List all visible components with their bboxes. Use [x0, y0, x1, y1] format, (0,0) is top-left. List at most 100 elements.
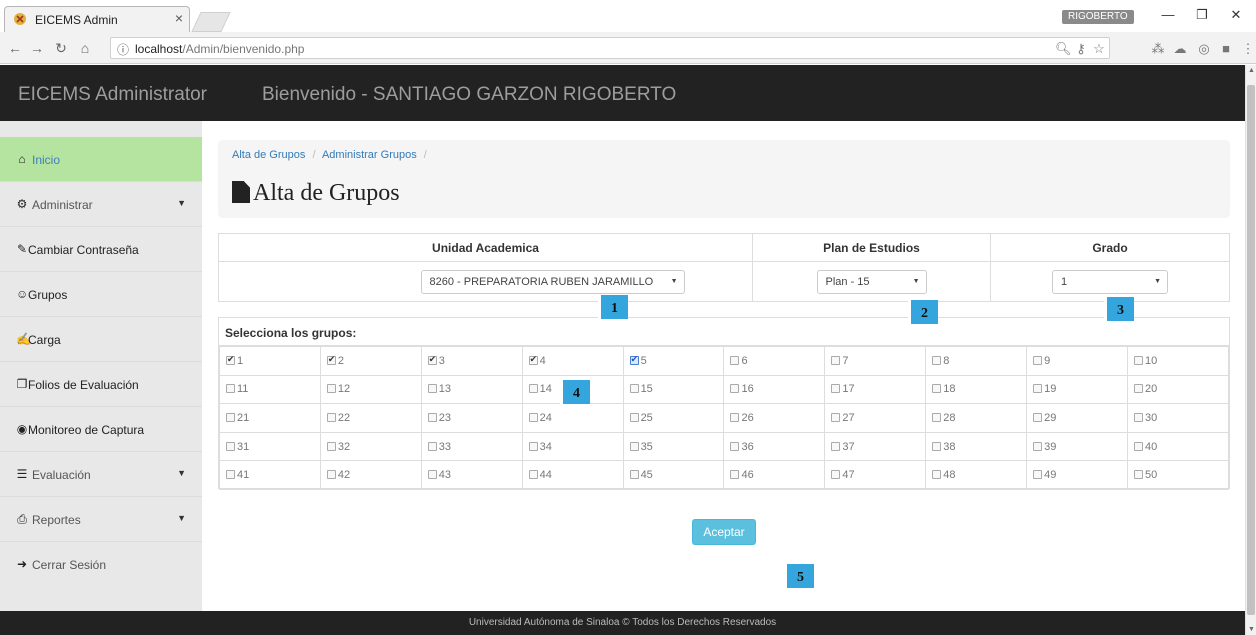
group-checkbox[interactable] [1134, 355, 1144, 365]
group-option[interactable]: 41 [219, 460, 321, 490]
group-checkbox[interactable] [730, 384, 740, 394]
aceptar-button[interactable]: Aceptar [692, 519, 756, 545]
sidebar-item-cerrar-sesion[interactable]: ➜ Cerrar Sesión [0, 542, 202, 587]
plan-select[interactable]: Plan - 15 ▼ [816, 269, 927, 294]
group-option[interactable]: 19 [1026, 374, 1129, 405]
grado-select[interactable]: 1 ▼ [1052, 269, 1168, 294]
url-input[interactable]: ⓘ localhost/Admin/bienvenido.php 🔍︎ ⚷ ☆ [110, 37, 1110, 59]
group-option[interactable]: 36 [723, 431, 826, 462]
group-option[interactable]: 20 [1127, 374, 1229, 405]
group-checkbox[interactable] [932, 441, 942, 451]
key-icon[interactable]: ⚷ [1073, 41, 1089, 57]
group-option[interactable]: 39 [1026, 431, 1129, 462]
group-option[interactable]: 17 [824, 374, 927, 405]
group-checkbox[interactable] [326, 441, 336, 451]
group-option[interactable]: 33 [420, 431, 523, 462]
sidebar-item-reportes[interactable]: ⎙ Reportes ▼ [0, 497, 202, 542]
group-checkbox[interactable] [226, 470, 235, 480]
group-option[interactable]: 34 [521, 431, 624, 462]
group-option[interactable]: 27 [824, 403, 927, 433]
sidebar-item-grupos[interactable]: ☺ Grupos [0, 272, 202, 317]
group-option[interactable]: 1 [219, 346, 321, 376]
sidebar-item-evaluacion[interactable]: ☰ Evaluación ▼ [0, 452, 202, 497]
group-checkbox[interactable] [427, 470, 437, 480]
browser-user-badge[interactable]: RIGOBERTO [1062, 10, 1134, 24]
group-checkbox[interactable] [1033, 355, 1043, 365]
group-option[interactable]: 22 [319, 403, 422, 433]
group-option[interactable]: 49 [1026, 460, 1129, 490]
group-checkbox[interactable] [226, 354, 235, 365]
browser-tab[interactable]: EICEMS Admin × [4, 6, 190, 32]
zoom-icon[interactable]: 🔍︎ [1055, 41, 1072, 57]
bookmark-star-icon[interactable]: ☆ [1091, 41, 1107, 57]
menu-icon[interactable]: ⋮ [1240, 41, 1256, 57]
group-checkbox[interactable] [831, 384, 841, 394]
sidebar-item-folios[interactable]: ❐ Folios de Evaluación [0, 362, 202, 407]
group-option[interactable]: 50 [1127, 460, 1229, 490]
new-tab-button[interactable] [191, 12, 231, 32]
restore-icon[interactable]: ❐ [1192, 7, 1212, 23]
group-checkbox[interactable] [831, 441, 841, 451]
group-option[interactable]: 38 [925, 431, 1028, 462]
group-checkbox[interactable] [629, 470, 639, 480]
group-checkbox[interactable] [629, 441, 639, 451]
group-checkbox[interactable] [629, 412, 639, 422]
scroll-down-icon[interactable]: ▼ [1248, 626, 1255, 633]
group-checkbox[interactable] [932, 412, 942, 422]
group-option[interactable]: 15 [622, 374, 725, 405]
group-checkbox[interactable] [1033, 470, 1043, 480]
group-option[interactable]: 30 [1127, 403, 1229, 433]
group-checkbox[interactable] [1134, 470, 1144, 480]
group-checkbox[interactable] [528, 412, 538, 422]
group-checkbox[interactable] [629, 384, 639, 394]
group-option[interactable]: 47 [824, 460, 927, 490]
group-checkbox[interactable] [427, 354, 437, 365]
forward-icon[interactable]: → [28, 40, 46, 56]
scrollbar-thumb[interactable] [1247, 85, 1255, 615]
group-checkbox[interactable] [1134, 412, 1144, 422]
sidebar-item-inicio[interactable]: ⌂ Inicio [0, 137, 202, 182]
group-checkbox[interactable] [226, 384, 235, 394]
group-checkbox[interactable] [326, 470, 336, 480]
sidebar-item-monitoreo[interactable]: ◉ Monitoreo de Captura [0, 407, 202, 452]
group-option[interactable]: 16 [723, 374, 826, 405]
group-checkbox[interactable] [528, 470, 538, 480]
group-checkbox[interactable] [629, 354, 639, 365]
group-checkbox[interactable] [831, 470, 841, 480]
group-option[interactable]: 32 [319, 431, 422, 462]
opera-icon[interactable]: ◎ [1196, 41, 1212, 57]
group-checkbox[interactable] [1033, 441, 1043, 451]
group-option[interactable]: 8 [925, 346, 1028, 376]
home-icon[interactable]: ⌂ [76, 40, 94, 56]
sidebar-item-administrar[interactable]: ⚙ Administrar ▼ [0, 182, 202, 227]
group-checkbox[interactable] [528, 384, 538, 394]
group-option[interactable]: 35 [622, 431, 725, 462]
app-brand[interactable]: EICEMS Administrator [18, 84, 207, 106]
group-checkbox[interactable] [730, 355, 740, 365]
group-option[interactable]: 26 [723, 403, 826, 433]
group-option[interactable]: 3 [420, 346, 523, 376]
group-checkbox[interactable] [427, 441, 437, 451]
group-option[interactable]: 13 [420, 374, 523, 405]
group-option[interactable]: 28 [925, 403, 1028, 433]
group-checkbox[interactable] [831, 412, 841, 422]
pocket-icon[interactable]: ■ [1218, 41, 1234, 56]
group-checkbox[interactable] [226, 412, 235, 422]
unidad-select[interactable]: 8260 - PREPARATORIA RUBEN JARAMILLO ▼ [420, 269, 685, 294]
breadcrumb-alta-grupos[interactable]: Alta de Grupos [232, 149, 305, 161]
group-option[interactable]: 25 [622, 403, 725, 433]
scroll-up-icon[interactable]: ▲ [1248, 67, 1255, 74]
group-checkbox[interactable] [427, 384, 437, 394]
group-checkbox[interactable] [932, 384, 942, 394]
group-checkbox[interactable] [730, 441, 740, 451]
group-option[interactable]: 42 [319, 460, 422, 490]
group-checkbox[interactable] [1033, 412, 1043, 422]
window-close-icon[interactable]: ✕ [1226, 7, 1246, 23]
group-option[interactable]: 2 [319, 346, 422, 376]
group-option[interactable]: 11 [219, 374, 321, 405]
sidebar-item-cambiar-contrasena[interactable]: ✎ Cambiar Contraseña [0, 227, 202, 272]
back-icon[interactable]: ← [6, 40, 24, 56]
group-option[interactable]: 46 [723, 460, 826, 490]
group-checkbox[interactable] [730, 470, 740, 480]
group-checkbox[interactable] [427, 412, 437, 422]
